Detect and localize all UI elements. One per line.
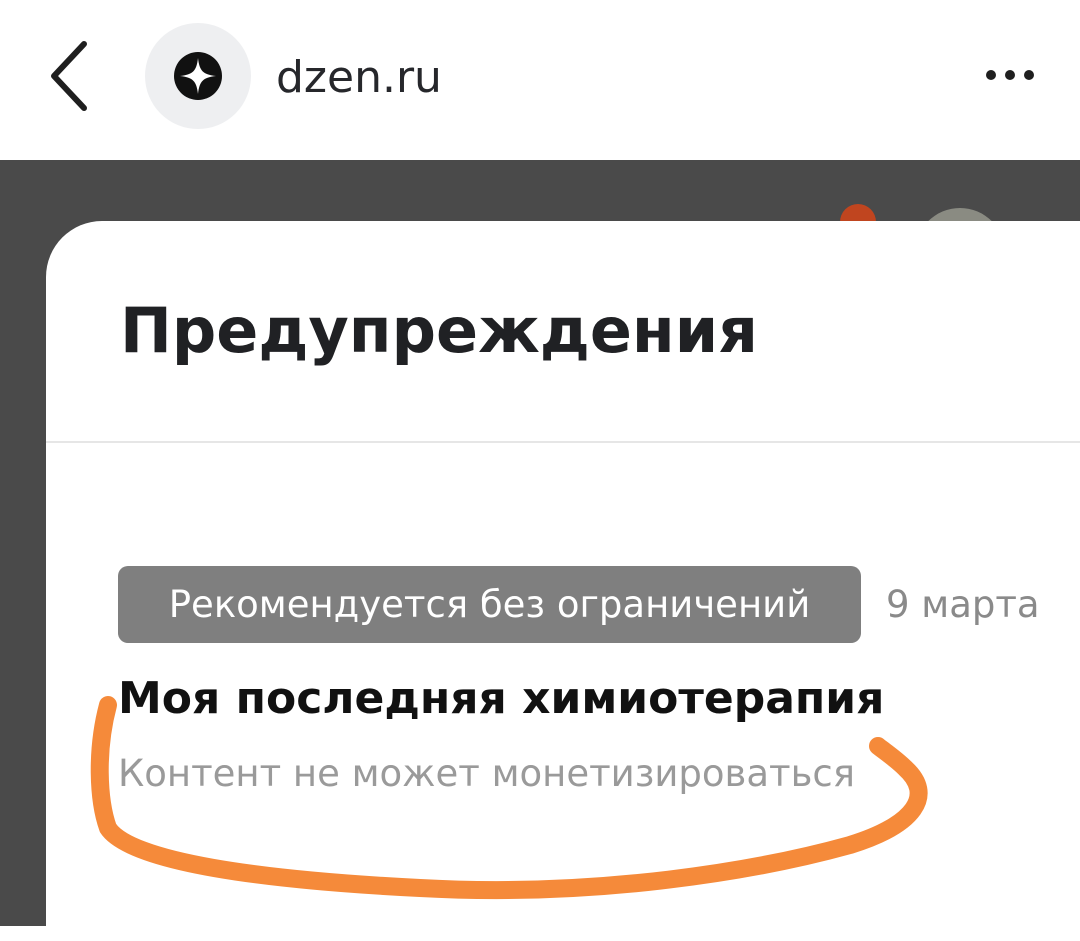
site-domain: dzen.ru [276,52,442,103]
browser-toolbar: dzen.ru [0,0,1080,160]
sheet-title: Предупреждения [120,294,758,367]
dzen-logo-icon [174,52,222,100]
more-menu-button[interactable] [975,50,1045,100]
monetization-note: Контент не может монетизироваться [118,752,855,795]
more-horizontal-icon [986,70,1034,80]
chevron-left-icon [51,41,87,111]
article-title[interactable]: Моя последняя химиотерапия [118,669,884,729]
back-button[interactable] [40,36,100,116]
item-date: 9 марта [886,583,1040,626]
site-favicon [145,23,251,129]
divider [46,441,1080,443]
warnings-sheet: Предупреждения Рекомендуется без огранич… [46,221,1080,941]
status-badge: Рекомендуется без ограничений [118,566,861,643]
